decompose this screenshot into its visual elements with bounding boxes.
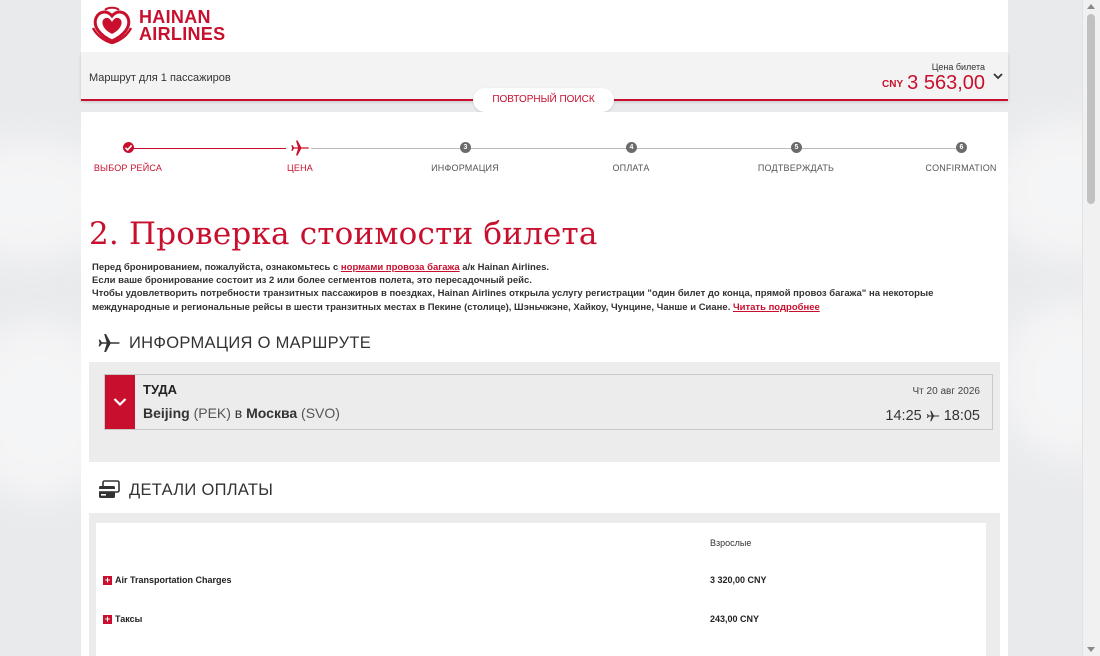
- brand-line-2: AIRLINES: [139, 24, 226, 44]
- scrollbar-thumb[interactable]: [1087, 14, 1095, 204]
- research-button[interactable]: ПОВТОРНЫЙ ПОИСК: [473, 88, 614, 112]
- step-label: ИНФОРМАЦИЯ: [431, 163, 499, 173]
- route-text: Маршрут для 1 пассажиров: [89, 72, 231, 84]
- check-icon: [123, 142, 134, 153]
- price-currency: CNY: [882, 79, 904, 90]
- header: HAINAN AIRLINES: [81, 0, 1008, 52]
- step-label: ЦЕНА: [287, 163, 313, 173]
- step-label: ПОДТВЕРЖДАТЬ: [757, 163, 835, 173]
- origin-city: Beijing: [143, 405, 190, 421]
- step-connector: [128, 148, 286, 149]
- section-title: ИНФОРМАЦИЯ О МАРШРУТЕ: [129, 333, 372, 352]
- payment-row: + Air Transportation Charges: [103, 575, 232, 585]
- expand-plus-icon[interactable]: +: [103, 614, 112, 624]
- intro-paragraph: Чтобы удовлетворить потребности транзитн…: [92, 287, 1002, 313]
- flight-expand-button[interactable]: [105, 375, 135, 429]
- ticket-price: CNY 3 563,00: [882, 72, 985, 95]
- airplane-icon: [926, 410, 940, 422]
- airplane-icon: [98, 334, 120, 352]
- expand-plus-icon[interactable]: +: [103, 575, 112, 585]
- departure-time: 14:25: [885, 408, 922, 424]
- price-amount: 3 563,00: [907, 72, 985, 94]
- step-number: 5: [791, 142, 802, 153]
- route-panel: ТУДА Beijing (PEK) в Москва (SVO) Чт 20 …: [89, 362, 1000, 462]
- read-more-link[interactable]: Читать подробнее: [733, 302, 820, 313]
- flight-date: Чт 20 авг 2026: [912, 386, 980, 397]
- payment-row: + Таксы: [103, 614, 142, 624]
- step-number: 6: [956, 142, 967, 153]
- section-title: ДЕТАЛИ ОПЛАТЫ: [129, 480, 274, 499]
- scroll-up-arrow-icon[interactable]: [1087, 4, 1095, 9]
- payment-panel: Взрослые + Air Transportation Charges 3 …: [89, 513, 1000, 656]
- flight-card[interactable]: ТУДА Beijing (PEK) в Москва (SVO) Чт 20 …: [104, 374, 993, 430]
- intro-text: Перед бронированием, пожалуйста, ознаком…: [92, 261, 1002, 314]
- page-title: 2. Проверка стоимости билета: [89, 216, 598, 252]
- step-number: 3: [460, 142, 471, 153]
- hainan-logo-icon[interactable]: [91, 6, 133, 44]
- route-info-heading: ИНФОРМАЦИЯ О МАРШРУТЕ: [97, 331, 371, 355]
- payment-table: Взрослые + Air Transportation Charges 3 …: [96, 523, 986, 656]
- intro-text-segment: а/к Hainan Airlines.: [459, 262, 550, 273]
- payment-row-value: 3 320,00 CNY: [710, 575, 767, 585]
- chevron-down-icon[interactable]: [992, 70, 1004, 82]
- destination-code: (SVO): [301, 405, 340, 421]
- route-connector: в: [230, 405, 247, 421]
- flight-route: Beijing (PEK) в Москва (SVO): [143, 405, 340, 421]
- airplane-icon: [291, 140, 309, 156]
- destination-city: Москва: [246, 405, 298, 421]
- intro-text-segment: Перед бронированием, пожалуйста, ознаком…: [92, 262, 341, 273]
- page-container: HAINAN AIRLINES Маршрут для 1 пассажиров…: [81, 0, 1008, 656]
- intro-paragraph: Если ваше бронирование состоит из 2 или …: [92, 275, 532, 287]
- payment-heading: ДЕТАЛИ ОПЛАТЫ: [97, 479, 273, 501]
- step-label: ВЫБОР РЕЙСА: [93, 163, 163, 173]
- step-label: ОПЛАТА: [612, 163, 650, 173]
- main-content: 2. Проверка стоимости билета Перед брони…: [81, 195, 1008, 656]
- origin-code: (PEK): [193, 405, 231, 421]
- intro-paragraph: Перед бронированием, пожалуйста, ознаком…: [92, 261, 1002, 274]
- brand-name: HAINAN AIRLINES: [139, 8, 226, 44]
- page-scrollbar[interactable]: [1082, 0, 1100, 656]
- step-number: 4: [626, 142, 637, 153]
- price-label: Цена билета: [931, 62, 985, 72]
- payment-card-icon: [99, 480, 120, 498]
- payment-row-value: 243,00 CNY: [710, 614, 760, 624]
- booking-stepper: ВЫБОР РЕЙСА ЦЕНА 3 ИНФОРМАЦИЯ 4 ОПЛАТА 5…: [81, 112, 1008, 195]
- baggage-rules-link[interactable]: нормами провоза багажа: [341, 262, 460, 273]
- payment-row-label: Air Transportation Charges: [115, 575, 232, 585]
- step-label: CONFIRMATION: [925, 163, 997, 173]
- scroll-down-arrow-icon[interactable]: [1087, 647, 1095, 652]
- flight-times: 14:25 18:05: [885, 408, 980, 424]
- chevron-down-icon: [113, 398, 127, 407]
- column-header-adults: Взрослые: [710, 538, 752, 548]
- flight-direction: ТУДА: [143, 382, 178, 397]
- arrival-time: 18:05: [943, 408, 980, 424]
- payment-row-label: Таксы: [115, 614, 143, 624]
